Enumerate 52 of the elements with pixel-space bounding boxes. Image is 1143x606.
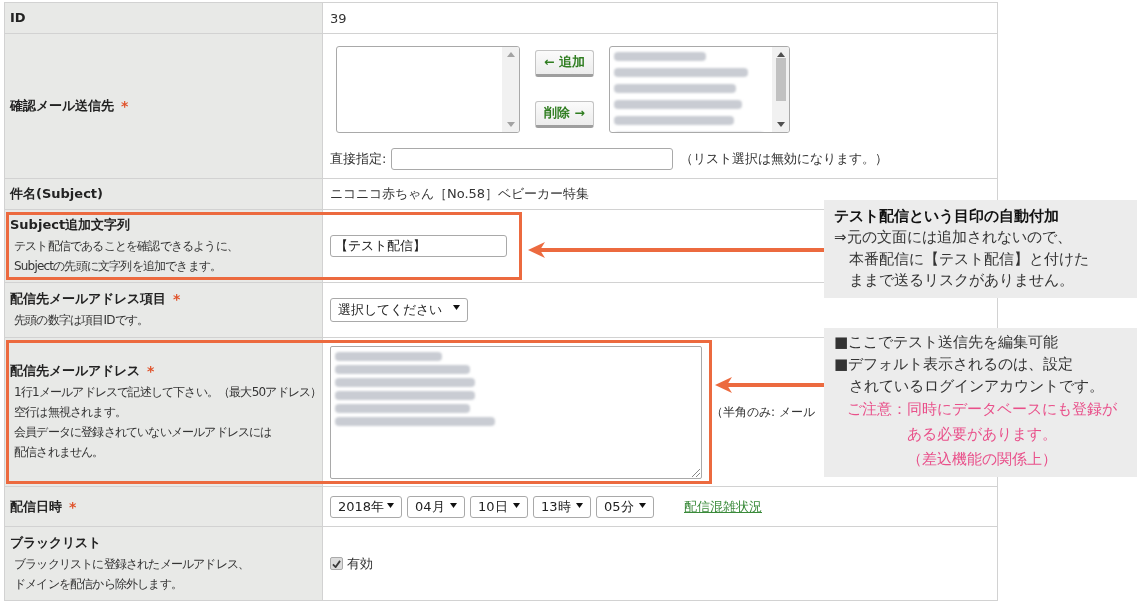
field-description: テスト配信であることを確認できるように、 Subjectの先頭に文字列を追加できます。	[14, 238, 239, 275]
link[interactable]: 配信混雑状況	[684, 497, 762, 516]
resize-grip-icon[interactable]	[691, 467, 700, 477]
listbox[interactable]	[336, 46, 520, 133]
remove-button[interactable]: 削除 →	[535, 101, 594, 128]
checkbox[interactable]	[330, 557, 343, 570]
field-value: ニコニコ赤ちゃん［No.58］ベビーカー特集	[330, 185, 590, 203]
field-label: 配信先メールアドレス	[10, 362, 140, 380]
required-mark: *	[121, 97, 129, 115]
dropdown[interactable]: 選択してください	[330, 298, 468, 322]
note-text: （半角のみ: メール	[711, 403, 815, 421]
dropdown-arrow-icon	[576, 502, 583, 508]
callout-title: テスト配信という目印の自動付加	[834, 206, 1060, 227]
field-label: ID	[10, 9, 26, 27]
callout-text: ⇒元の文面には追加されないので、 本番配信に【テスト配信】と付けた ままで送るリスクがありません。	[834, 227, 1090, 291]
add-button[interactable]: ← 追加	[535, 50, 594, 77]
dropdown[interactable]: 13時	[533, 495, 591, 518]
field-label: ブラックリスト	[10, 533, 101, 552]
required-mark: *	[147, 362, 155, 380]
field-description: ブラックリストに登録されたメールアドレス、 ドメインを配信から除外します。	[14, 555, 251, 593]
dropdown-arrow-icon	[513, 502, 520, 508]
scroll-down-icon[interactable]	[776, 122, 785, 127]
field-label: 配信先メールアドレス項目	[10, 290, 166, 308]
field-value: 39	[330, 10, 347, 26]
field-label: 配信日時	[10, 497, 62, 516]
checkbox-label[interactable]: 有効	[347, 554, 373, 573]
text-input[interactable]: 【テスト配信】	[330, 235, 507, 257]
dropdown[interactable]: 04月	[407, 495, 465, 518]
field-label: 件名(Subject)	[10, 185, 103, 203]
text-input[interactable]	[391, 148, 674, 170]
scrollbar-thumb[interactable]	[775, 58, 786, 101]
field-description: 先頭の数字は項目IDです。	[14, 312, 150, 329]
required-mark: *	[173, 290, 181, 308]
textarea[interactable]	[330, 345, 702, 479]
callout-text: ■ここでテスト送信先を編集可能	[834, 332, 1060, 353]
dropdown-arrow-icon	[639, 502, 646, 508]
dropdown-arrow-icon	[453, 305, 460, 310]
dropdown[interactable]: 05分	[596, 495, 654, 518]
scrollbar[interactable]	[772, 47, 789, 132]
callout-text: ■デフォルト表示されるのは、設定 されているログインアカウントです。	[834, 354, 1105, 397]
checkmark-icon	[332, 559, 341, 568]
dropdown[interactable]: 10日	[470, 495, 528, 518]
field-label: Subject追加文字列	[10, 216, 131, 234]
dropdown-arrow-icon	[450, 502, 457, 508]
dropdown-arrow-icon	[387, 502, 394, 508]
field-label: 確認メール送信先	[10, 97, 114, 115]
dropdown[interactable]: 2018年	[330, 495, 402, 518]
callout-warning: ご注意：同時にデータベースにも登録が ある必要があります。 （差込機能の関係上）	[845, 399, 1118, 470]
required-mark: *	[69, 497, 77, 516]
field-description: 1行1メールアドレスで記述して下さい。（最大50アドレス） 空行は無視されます。 会員データに登録されていないメールアドレスには 配信されません。	[14, 384, 319, 461]
note-text: （リスト選択は無効になります。）	[680, 150, 889, 168]
direct-input-label: 直接指定:	[330, 150, 387, 168]
